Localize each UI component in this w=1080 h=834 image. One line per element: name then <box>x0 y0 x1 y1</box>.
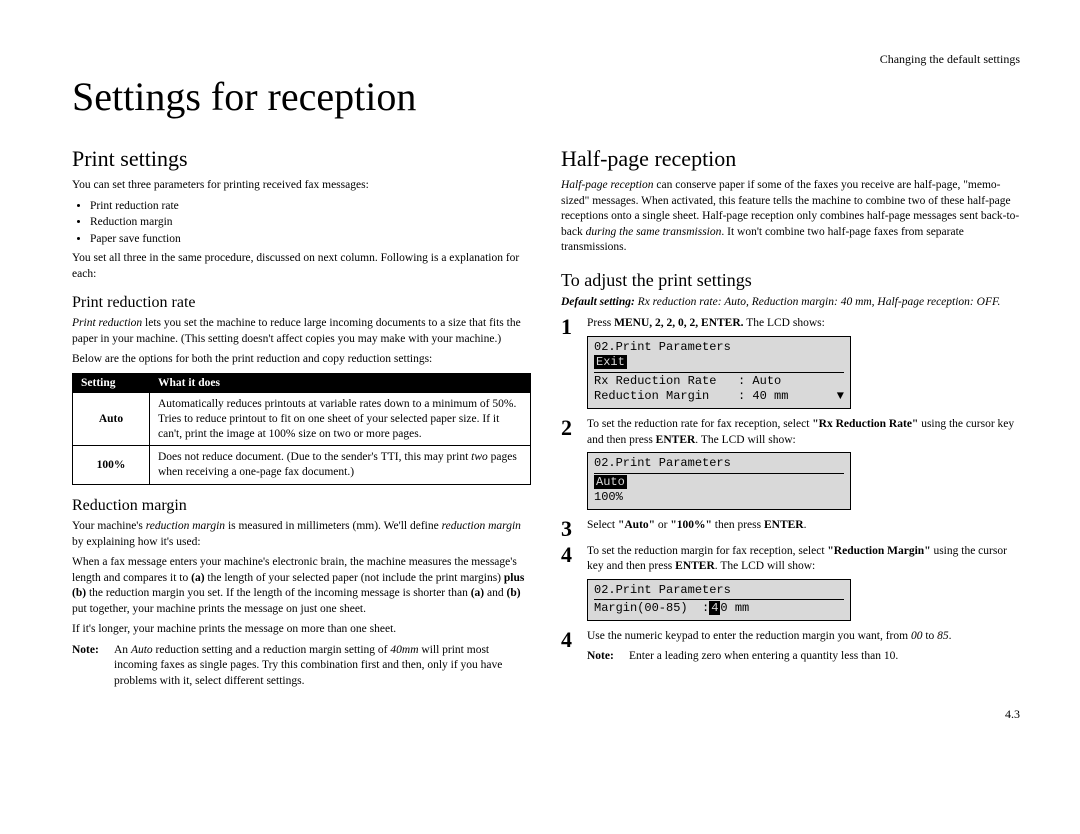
margin-desc-2: When a fax message enters your machine's… <box>72 555 531 617</box>
step-number: 1 <box>561 316 579 413</box>
margin-note: Note: An Auto reduction setting and a re… <box>72 643 531 690</box>
running-head: Changing the default settings <box>72 52 1020 67</box>
row-label: Auto <box>73 392 150 446</box>
step-number: 4 <box>561 629 579 664</box>
list-item: Paper save function <box>90 232 531 248</box>
left-column: Print settings You can set three paramet… <box>72 146 531 689</box>
print-reduction-desc: Print reduction lets you set the machine… <box>72 316 531 347</box>
options-intro: Below are the options for both the print… <box>72 352 531 368</box>
lcd-display-3: 02.Print ParametersMargin(00-85) :40 mm <box>587 579 851 621</box>
row-desc: Automatically reduces printouts at varia… <box>150 392 531 446</box>
step-note: Note: Enter a leading zero when entering… <box>587 649 1020 665</box>
table-row: 100% Does not reduce document. (Due to t… <box>73 446 531 485</box>
step-number: 2 <box>561 417 579 514</box>
param-list: Print reduction rate Reduction margin Pa… <box>72 199 531 248</box>
intro-text: You can set three parameters for printin… <box>72 178 531 194</box>
lcd-display-2: 02.Print ParametersAuto 100% <box>587 452 851 510</box>
half-page-heading: Half-page reception <box>561 146 1020 172</box>
adjust-heading: To adjust the print settings <box>561 270 1020 291</box>
step-2: 2 To set the reduction rate for fax rece… <box>561 417 1020 514</box>
step-number: 4 <box>561 544 579 625</box>
intro-after: You set all three in the same procedure,… <box>72 251 531 282</box>
step-number: 3 <box>561 518 579 540</box>
reduction-margin-heading: Reduction margin <box>72 497 531 515</box>
list-item: Reduction margin <box>90 215 531 231</box>
step-4: 4 To set the reduction margin for fax re… <box>561 544 1020 625</box>
row-desc: Does not reduce document. (Due to the se… <box>150 446 531 485</box>
step-1: 1 Press MENU, 2, 2, 0, 2, ENTER. The LCD… <box>561 316 1020 413</box>
row-label: 100% <box>73 446 150 485</box>
margin-desc-3: If it's longer, your machine prints the … <box>72 622 531 638</box>
margin-desc-1: Your machine's reduction margin is measu… <box>72 519 531 550</box>
half-page-desc: Half-page reception can conserve paper i… <box>561 178 1020 256</box>
page-number: 4.3 <box>72 707 1020 722</box>
down-arrow-icon: ▼ <box>837 389 844 405</box>
step-3: 3 Select "Auto" or "100%" then press ENT… <box>561 518 1020 540</box>
th-what: What it does <box>150 373 531 392</box>
lcd-display-1: 02.Print Parameters ExitRx Reduction Rat… <box>587 336 851 409</box>
step-4b: 4 Use the numeric keypad to enter the re… <box>561 629 1020 664</box>
th-setting: Setting <box>73 373 150 392</box>
table-row: Auto Automatically reduces printouts at … <box>73 392 531 446</box>
print-settings-heading: Print settings <box>72 146 531 172</box>
steps: 1 Press MENU, 2, 2, 0, 2, ENTER. The LCD… <box>561 316 1020 664</box>
list-item: Print reduction rate <box>90 199 531 215</box>
print-reduction-heading: Print reduction rate <box>72 294 531 312</box>
default-setting: Default setting: Rx reduction rate: Auto… <box>561 295 1020 311</box>
reduction-table: Setting What it does Auto Automatically … <box>72 373 531 486</box>
page-title: Settings for reception <box>72 73 1020 120</box>
right-column: Half-page reception Half-page reception … <box>561 146 1020 689</box>
